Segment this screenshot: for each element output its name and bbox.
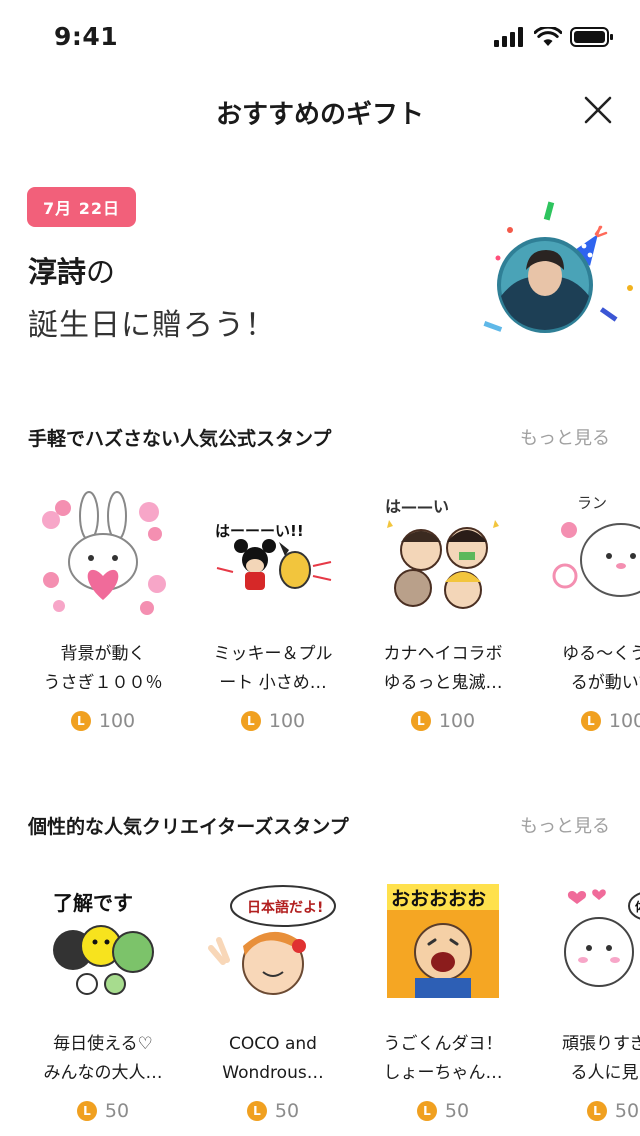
sticker-art-text: 日本語だよ!	[247, 899, 323, 916]
date-badge: 7月 22日	[27, 187, 136, 227]
sticker-price: L 100	[193, 710, 353, 732]
cellular-signal-icon	[494, 27, 523, 47]
sticker-name-line1: COCO and	[229, 1034, 317, 1054]
line-coin-icon: L	[76, 1101, 97, 1121]
sticker-name: ゆる〜くうさ るが動いて	[533, 640, 640, 698]
sticker-name-line2: みんなの大人…	[43, 1063, 163, 1083]
sticker-name: 毎日使える♡ みんなの大人…	[23, 1030, 183, 1088]
status-icons	[494, 26, 614, 48]
friend-name: 淳詩	[28, 255, 87, 289]
line-coin-icon: L	[70, 711, 91, 731]
status-bar: 9:41	[0, 0, 640, 76]
sticker-thumbnail: 日本語だよ!	[208, 885, 336, 995]
see-more-link[interactable]: もっと見る	[520, 812, 610, 838]
birthday-name-line: 淳詩の	[28, 249, 115, 291]
birthday-message: 誕生日に贈ろう！	[28, 308, 276, 343]
price-value: 100	[268, 710, 306, 732]
sticker-thumbnail	[42, 491, 166, 615]
price-value: 100	[438, 710, 476, 732]
price-value: 50	[274, 1100, 300, 1122]
sticker-name: ミッキー＆プル ート 小さめ…	[193, 640, 353, 698]
sticker-name-line2: ート 小さめ…	[219, 673, 327, 693]
status-time: 9:41	[54, 22, 119, 51]
page-title: おすすめのギフト	[215, 100, 424, 130]
sticker-thumbnail: 了解です	[53, 891, 154, 995]
price-value: 50	[614, 1100, 640, 1122]
sticker-name-line2: るが動いて	[570, 673, 640, 693]
sticker-name-line2: しょーちゃん…	[383, 1063, 503, 1083]
sticker-name-line2: ゆるっと鬼滅…	[383, 673, 503, 693]
see-more-link[interactable]: もっと見る	[520, 424, 610, 450]
sticker-thumbnail: はーーーい!!	[215, 522, 332, 590]
sticker-price: L 100	[533, 710, 640, 732]
sticker-price: L 50	[533, 1100, 640, 1122]
sticker-row-creators: 了解です 毎日使える♡ みんなの大人… L 50 日本語だよ! COCO and…	[0, 880, 640, 1130]
sticker-art-text: は——い	[385, 497, 449, 516]
section-header-creators: 個性的な人気クリエイターズスタンプ もっと見る	[0, 808, 640, 844]
sticker-name-line2: る人に見て	[570, 1063, 640, 1083]
sticker-name-line2: Wondrous…	[222, 1063, 324, 1083]
line-coin-icon: L	[416, 1101, 437, 1121]
sticker-name-line1: ミッキー＆プル	[213, 644, 333, 664]
section-header-official: 手軽でハズさない人気公式スタンプ もっと見る	[0, 420, 640, 456]
sticker-art-text: 了解です	[53, 891, 133, 915]
close-icon[interactable]	[578, 90, 618, 130]
sticker-name: カナヘイコラボ ゆるっと鬼滅…	[363, 640, 523, 698]
nav-bar: おすすめのギフト	[0, 76, 640, 146]
sticker-art-text: はーーーい!!	[215, 522, 304, 540]
price-value: 100	[608, 710, 640, 732]
sticker-price: L 50	[23, 1100, 183, 1122]
friend-avatar[interactable]	[480, 200, 640, 340]
wifi-icon	[534, 27, 562, 46]
sticker-name: うごくんダヨ！ しょーちゃん…	[363, 1030, 523, 1088]
sticker-name-line1: 毎日使える♡	[53, 1034, 153, 1054]
line-coin-icon: L	[586, 1101, 607, 1121]
sticker-name-line1: 背景が動く	[60, 644, 146, 664]
sticker-thumbnail: は——い	[385, 497, 499, 609]
sticker-name-line1: カナヘイコラボ	[383, 644, 503, 664]
line-coin-icon: L	[410, 711, 431, 731]
price-value: 50	[444, 1100, 470, 1122]
section-title: 手軽でハズさない人気公式スタンプ	[28, 428, 332, 450]
battery-icon	[570, 27, 613, 47]
sticker-name-line1: うごくんダヨ！	[383, 1034, 503, 1054]
sticker-name: 背景が動く うさぎ１００％	[23, 640, 183, 698]
sticker-thumbnail: 体調	[564, 889, 640, 987]
sticker-name: 頑張りすぎて る人に見て	[533, 1030, 640, 1088]
sticker-art-text: おおおおお	[391, 888, 486, 910]
sticker-price: L 50	[363, 1100, 523, 1122]
line-coin-icon: L	[240, 711, 261, 731]
sticker-price: L 50	[193, 1100, 353, 1122]
sticker-row-official: 背景が動く うさぎ１００％ L 100 はーーーい!! ミッキー＆プル ート 小…	[0, 490, 640, 740]
name-suffix: の	[86, 255, 116, 289]
price-value: 100	[98, 710, 136, 732]
sticker-art-text: ラン	[577, 494, 607, 512]
sticker-art-text: 体調	[635, 899, 640, 914]
price-value: 50	[104, 1100, 130, 1122]
sticker-name-line1: ゆる〜くうさ	[562, 644, 640, 664]
sticker-price: L 100	[363, 710, 523, 732]
sticker-name-line2: うさぎ１００％	[43, 673, 163, 693]
section-title: 個性的な人気クリエイターズスタンプ	[28, 816, 349, 838]
sticker-price: L 100	[23, 710, 183, 732]
line-coin-icon: L	[246, 1101, 267, 1121]
sticker-name: COCO and Wondrous…	[193, 1030, 353, 1088]
sticker-thumbnail: おおおおお	[387, 884, 499, 998]
sticker-thumbnail: ラン	[552, 494, 640, 597]
birthday-banner: 7月 22日 淳詩の 誕生日に贈ろう！	[0, 170, 640, 370]
line-coin-icon: L	[580, 711, 601, 731]
sticker-name-line1: 頑張りすぎて	[562, 1034, 640, 1054]
